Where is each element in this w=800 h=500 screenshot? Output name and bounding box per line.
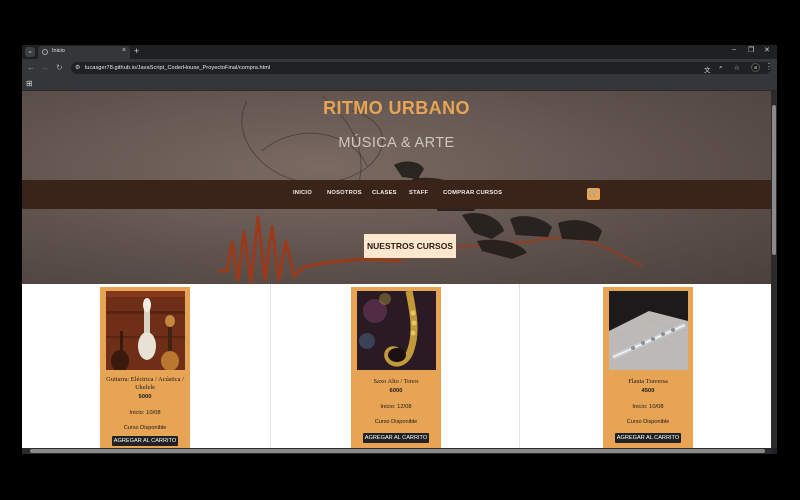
product-card: Flauta Traversa 4500 Inicio: 10/08 Curso… bbox=[603, 287, 693, 448]
product-name: Flauta Traversa bbox=[628, 378, 668, 385]
tab-strip: ⌄ Inicio × + – ❐ ✕ bbox=[22, 45, 777, 59]
product-cell: Saxo Alto / Tenor 6000 Inicio: 12/08 Cur… bbox=[271, 284, 520, 448]
active-tab[interactable]: Inicio × bbox=[38, 46, 130, 59]
address-bar[interactable]: ⚙ lucasger78.github.io/JavaScript_CoderH… bbox=[71, 62, 771, 74]
product-status: Curso Disponible bbox=[374, 419, 418, 425]
tab-title: Inicio bbox=[52, 48, 65, 54]
reload-icon[interactable]: ↻ bbox=[56, 63, 63, 73]
product-grid: Guitarra: Eléctrica / Acústica / Ukelele… bbox=[22, 284, 771, 448]
product-status: Curso Disponible bbox=[123, 425, 167, 431]
product-card: Saxo Alto / Tenor 6000 Inicio: 12/08 Cur… bbox=[351, 287, 441, 448]
hero-banner: RITMO URBANO MÚSICA & ARTE INICIO NOSOTR… bbox=[22, 91, 771, 284]
maximize-icon[interactable]: ❐ bbox=[748, 46, 754, 54]
page-viewport: RITMO URBANO MÚSICA & ARTE INICIO NOSOTR… bbox=[22, 91, 771, 448]
nav-link-staff[interactable]: STAFF bbox=[409, 190, 428, 196]
bookmark-star-icon[interactable]: ☆ bbox=[734, 64, 740, 72]
nav-link-comprar-cursos[interactable]: COMPRAR CURSOS bbox=[443, 190, 502, 196]
close-window-icon[interactable]: ✕ bbox=[764, 46, 770, 54]
zoom-icon[interactable]: ⌕ bbox=[719, 64, 723, 72]
product-name: Guitarra: Eléctrica / Acústica / Ukelele bbox=[106, 376, 184, 391]
guitar-icon bbox=[106, 291, 185, 370]
site-navbar: INICIO NOSOTROS CLASES STAFF COMPRAR CUR… bbox=[22, 180, 771, 209]
profile-avatar[interactable]: a bbox=[751, 63, 760, 72]
back-icon[interactable]: ← bbox=[27, 63, 35, 73]
cart-icon[interactable]: 🛒 bbox=[587, 188, 600, 200]
add-to-cart-button[interactable]: AGREGAR AL CARRITO bbox=[615, 433, 681, 443]
nav-link-clases[interactable]: CLASES bbox=[372, 190, 397, 196]
product-start-date: Inicio: 12/08 bbox=[380, 404, 412, 410]
favicon-icon bbox=[42, 49, 48, 55]
vertical-scrollbar[interactable] bbox=[771, 91, 777, 448]
nav-link-nosotros[interactable]: NOSOTROS bbox=[327, 190, 362, 196]
courses-section-button[interactable]: NUESTROS CURSOS bbox=[364, 234, 456, 258]
site-brand-title[interactable]: RITMO URBANO bbox=[22, 98, 771, 119]
browser-window: ⌄ Inicio × + – ❐ ✕ ← → ↻ ⚙ lucasger78.gi… bbox=[22, 45, 777, 454]
product-price: 4500 bbox=[641, 388, 655, 394]
browser-toolbar: ← → ↻ ⚙ lucasger78.github.io/JavaScript_… bbox=[22, 59, 777, 77]
browser-menu-icon[interactable]: ⋮ bbox=[765, 62, 773, 71]
horizontal-scrollbar[interactable] bbox=[22, 448, 771, 454]
url-text[interactable]: lucasger78.github.io/JavaScript_CoderHou… bbox=[85, 65, 270, 71]
product-cell: Guitarra: Eléctrica / Acústica / Ukelele… bbox=[22, 284, 271, 448]
horizontal-scrollbar-thumb[interactable] bbox=[30, 449, 765, 453]
vertical-scrollbar-thumb[interactable] bbox=[772, 105, 776, 255]
site-tagline: MÚSICA & ARTE bbox=[338, 135, 455, 151]
forward-icon[interactable]: → bbox=[41, 63, 49, 73]
product-cell: Flauta Traversa 4500 Inicio: 10/08 Curso… bbox=[520, 284, 771, 448]
product-price: 6000 bbox=[389, 388, 403, 394]
product-name: Saxo Alto / Tenor bbox=[373, 378, 419, 385]
add-to-cart-button[interactable]: AGREGAR AL CARRITO bbox=[112, 436, 178, 446]
new-tab-button[interactable]: + bbox=[134, 46, 139, 56]
apps-grid-icon[interactable]: ⊞ bbox=[26, 79, 33, 88]
minimize-icon[interactable]: – bbox=[732, 46, 736, 53]
tab-search-button[interactable]: ⌄ bbox=[25, 47, 35, 57]
site-info-icon[interactable]: ⚙ bbox=[75, 64, 80, 71]
product-price: 5000 bbox=[138, 394, 152, 400]
saxophone-icon bbox=[357, 291, 436, 370]
bookmarks-bar: ⊞ bbox=[22, 77, 777, 91]
add-to-cart-button[interactable]: AGREGAR AL CARRITO bbox=[363, 433, 429, 443]
nav-link-inicio[interactable]: INICIO bbox=[293, 190, 312, 196]
translate-icon[interactable]: 文 bbox=[704, 64, 711, 74]
flute-icon bbox=[609, 291, 688, 370]
product-card: Guitarra: Eléctrica / Acústica / Ukelele… bbox=[100, 287, 190, 448]
product-status: Curso Disponible bbox=[626, 419, 670, 425]
tab-close-icon[interactable]: × bbox=[122, 47, 126, 54]
product-start-date: Inicio: 10/08 bbox=[632, 404, 664, 410]
product-start-date: Inicio: 10/08 bbox=[129, 410, 161, 416]
